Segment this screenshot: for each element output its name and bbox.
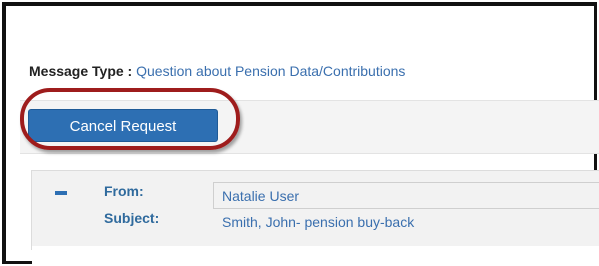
message-type: Message Type : Question about Pension Da… xyxy=(29,63,405,79)
message-body xyxy=(32,246,599,266)
from-label: From: xyxy=(104,183,144,199)
subject-label: Subject: xyxy=(104,210,160,226)
subject-value: Smith, John- pension buy-back xyxy=(222,214,415,230)
message-type-value: Question about Pension Data/Contribution… xyxy=(136,63,406,79)
message-type-label: Message Type : xyxy=(29,63,133,79)
from-value: Natalie User xyxy=(222,188,300,204)
minus-icon[interactable] xyxy=(55,191,67,195)
cancel-request-button[interactable]: Cancel Request xyxy=(28,109,218,142)
